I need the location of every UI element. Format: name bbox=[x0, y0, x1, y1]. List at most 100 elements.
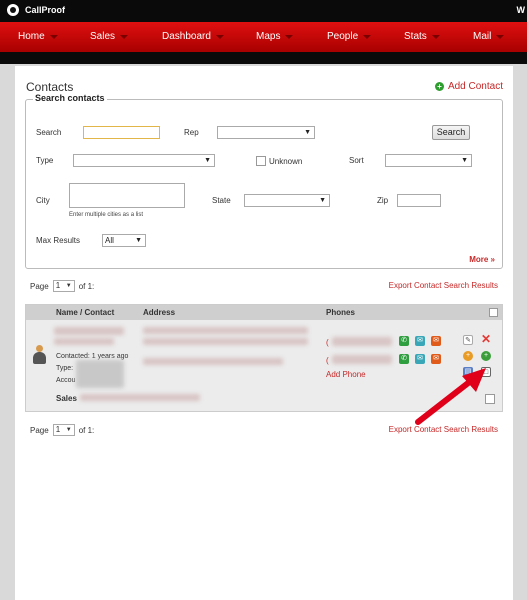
max-results-select[interactable]: All bbox=[102, 234, 146, 247]
phone-2-prefix: ( bbox=[326, 356, 329, 365]
sort-label: Sort bbox=[349, 156, 364, 165]
type-select[interactable] bbox=[73, 154, 215, 167]
delete-icon[interactable]: ✕ bbox=[481, 333, 491, 345]
page-of-label: of 1: bbox=[78, 281, 95, 291]
rep-label: Rep bbox=[184, 128, 199, 137]
avatar-body bbox=[33, 352, 46, 364]
annotation-arrow-icon bbox=[415, 368, 486, 425]
top-bar: CallProof W bbox=[0, 0, 527, 22]
chevron-down-icon bbox=[431, 34, 440, 39]
edit-icon[interactable]: ✎ bbox=[463, 335, 473, 345]
nav-people-label: People bbox=[327, 31, 359, 42]
email-icon[interactable]: ✉ bbox=[431, 336, 441, 346]
search-button[interactable]: Search bbox=[432, 125, 470, 140]
col-name-contact: Name / Contact bbox=[56, 308, 115, 317]
page-select[interactable]: 1 bbox=[52, 424, 75, 436]
redacted-contact-name-2 bbox=[54, 338, 114, 345]
chevron-down-icon bbox=[215, 34, 224, 39]
pager-bottom: Page 1 of 1: bbox=[30, 424, 94, 436]
nav-maps-label: Maps bbox=[256, 31, 281, 42]
avatar-head bbox=[36, 345, 43, 352]
page-label: Page bbox=[30, 425, 49, 435]
pager-top: Page 1 of 1: bbox=[30, 280, 94, 292]
max-results-label: Max Results bbox=[36, 236, 81, 245]
export-link-top[interactable]: Export Contact Search Results bbox=[389, 281, 498, 290]
sms-icon[interactable]: ✉ bbox=[415, 354, 425, 364]
zip-label: Zip bbox=[377, 196, 389, 205]
phone-1-prefix: ( bbox=[326, 338, 329, 347]
nav-mail[interactable]: Mail bbox=[473, 31, 505, 42]
chevron-down-icon bbox=[49, 34, 58, 39]
nav-stats-label: Stats bbox=[404, 31, 427, 42]
rep-select[interactable] bbox=[217, 126, 315, 139]
state-select[interactable] bbox=[244, 194, 330, 207]
table-header: Name / Contact Address Phones bbox=[26, 305, 502, 320]
city-label: City bbox=[36, 196, 50, 205]
nav-home-label: Home bbox=[18, 31, 45, 42]
avatar bbox=[32, 345, 46, 365]
email-icon[interactable]: ✉ bbox=[431, 354, 441, 364]
redacted-sales-rep bbox=[80, 394, 200, 401]
zip-input[interactable] bbox=[397, 194, 441, 207]
contacts-page: Contacts + Add Contact Search contacts S… bbox=[15, 66, 513, 600]
redacted-address-1 bbox=[143, 327, 308, 334]
nav-people[interactable]: People bbox=[327, 31, 372, 42]
page-of-label: of 1: bbox=[78, 425, 95, 435]
more-link[interactable]: More » bbox=[469, 255, 495, 264]
redacted-contact-name[interactable] bbox=[54, 327, 124, 335]
select-all-checkbox[interactable] bbox=[489, 308, 498, 317]
nav-shadow-strip bbox=[0, 52, 527, 64]
page-select[interactable]: 1 bbox=[52, 280, 75, 292]
city-textarea[interactable] bbox=[69, 183, 185, 208]
nav-sales-label: Sales bbox=[90, 31, 116, 42]
search-legend: Search contacts bbox=[33, 93, 107, 103]
col-phones: Phones bbox=[326, 308, 355, 317]
sms-icon[interactable]: ✉ bbox=[415, 336, 425, 346]
redacted-address-3 bbox=[143, 358, 283, 365]
chevron-down-icon bbox=[363, 34, 372, 39]
search-label: Search bbox=[36, 128, 62, 137]
add-contact-label: Add Contact bbox=[447, 81, 503, 92]
main-nav: Home Sales Dashboard Maps People Stats M… bbox=[0, 22, 527, 54]
unknown-checkbox[interactable] bbox=[256, 156, 266, 166]
export-link-bottom[interactable]: Export Contact Search Results bbox=[389, 425, 498, 434]
sales-text: Sales bbox=[56, 394, 77, 403]
nav-sales[interactable]: Sales bbox=[90, 31, 129, 42]
redacted-type-account bbox=[76, 360, 124, 388]
redacted-phone-1[interactable] bbox=[332, 337, 392, 346]
nav-mail-label: Mail bbox=[473, 31, 492, 42]
city-hint: Enter multiple cities as a list bbox=[69, 212, 144, 218]
nav-dashboard-label: Dashboard bbox=[162, 31, 211, 42]
search-input[interactable] bbox=[83, 126, 160, 139]
page-title: Contacts bbox=[26, 80, 74, 94]
user-menu[interactable]: W bbox=[517, 5, 526, 15]
page-label: Page bbox=[30, 281, 49, 291]
add-icon[interactable]: + bbox=[481, 351, 491, 361]
chevron-down-icon bbox=[285, 34, 294, 39]
col-address: Address bbox=[143, 308, 176, 317]
chevron-down-icon bbox=[120, 34, 129, 39]
app-logo[interactable]: CallProof bbox=[7, 4, 65, 16]
contacted-text: Contacted: 1 years ago bbox=[56, 353, 129, 360]
nav-maps[interactable]: Maps bbox=[256, 31, 294, 42]
nav-stats[interactable]: Stats bbox=[404, 31, 440, 42]
account-text: Accou bbox=[56, 377, 76, 384]
callproof-logo-icon bbox=[7, 4, 19, 16]
phone-icon[interactable]: ✆ bbox=[399, 336, 409, 346]
unknown-label: Unknown bbox=[269, 157, 303, 166]
sort-select[interactable] bbox=[385, 154, 472, 167]
redacted-address-2 bbox=[143, 338, 308, 345]
state-label: State bbox=[212, 196, 231, 205]
chevron-down-icon bbox=[496, 34, 505, 39]
add-contact-link[interactable]: + Add Contact bbox=[434, 81, 503, 92]
nav-home[interactable]: Home bbox=[18, 31, 58, 42]
plus-icon: + bbox=[434, 82, 444, 91]
add-task-icon[interactable]: + bbox=[463, 351, 473, 361]
phone-icon[interactable]: ✆ bbox=[399, 354, 409, 364]
redacted-phone-2[interactable] bbox=[332, 355, 392, 364]
add-phone-link[interactable]: Add Phone bbox=[326, 370, 366, 379]
type-text: Type: bbox=[56, 365, 74, 372]
search-contacts-panel: Search contacts Search Rep Search Type U… bbox=[25, 93, 503, 269]
app-name: CallProof bbox=[25, 5, 66, 15]
nav-dashboard[interactable]: Dashboard bbox=[162, 31, 224, 42]
